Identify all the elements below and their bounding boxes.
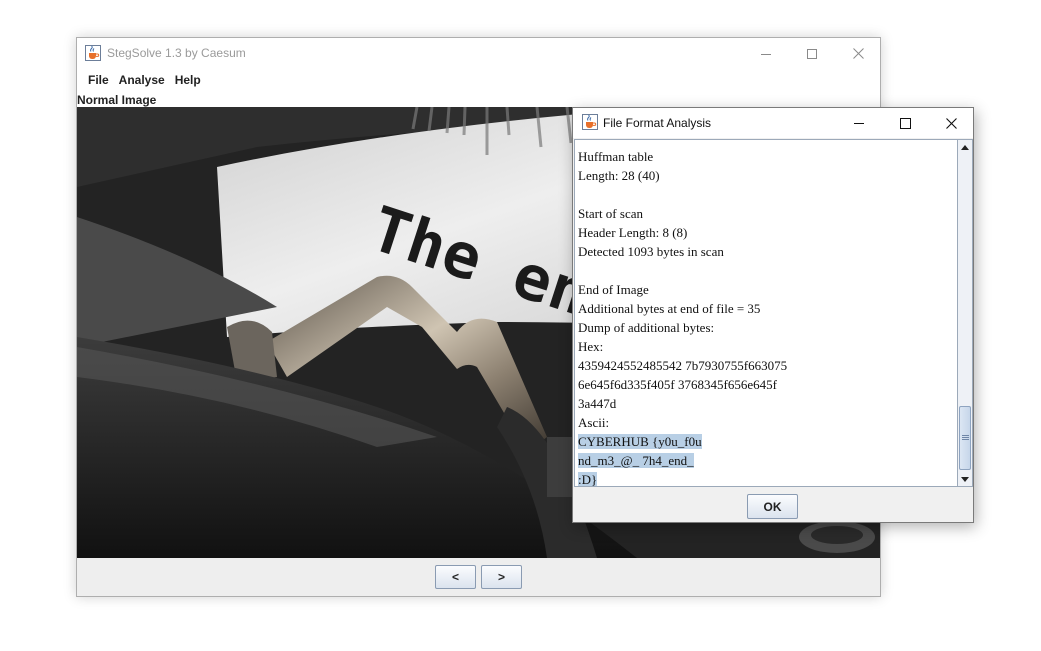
text-line: 6e645f6d335f405f 3768345f656e645f [578,377,777,392]
menu-help[interactable]: Help [170,73,206,87]
text-line: Ascii: [578,415,610,430]
dialog-maximize-button[interactable] [882,108,928,138]
scroll-down-arrow-icon [961,476,969,482]
text-line: Header Length: 8 (8) [578,225,688,240]
scroll-up-arrow-icon [961,144,969,150]
analysis-text: Huffman table Length: 28 (40) Start of sca… [578,147,788,487]
close-icon [852,48,864,59]
scroll-thumb[interactable] [959,406,971,470]
selected-text-line: :D} [578,472,598,487]
window-title: StegSolve 1.3 by Caesum [107,46,246,60]
java-cup-icon [582,114,598,135]
close-button[interactable] [835,38,881,69]
scroll-up-button[interactable] [958,140,972,154]
text-line [578,185,787,204]
menu-file[interactable]: File [83,73,114,87]
ok-button[interactable]: OK [747,494,798,519]
maximize-icon [899,117,911,129]
dialog-title: File Format Analysis [603,116,712,130]
selected-text-line: nd_m3_@_ 7h4_end_ [578,453,694,468]
text-line: Huffman table [578,149,654,164]
menu-bar: File Analyse Help [77,69,880,91]
minimize-icon [761,53,771,55]
menu-analyse[interactable]: Analyse [114,73,170,87]
text-line [578,261,787,280]
previous-button[interactable]: < [435,565,476,589]
java-cup-icon [85,45,101,66]
dialog-close-button[interactable] [928,108,974,138]
text-line: 3a447d [578,396,617,411]
selected-text-line: CYBERHUB {y0u_f0u [578,434,702,449]
close-icon [945,117,957,129]
text-line: Dump of additional bytes: [578,320,715,335]
dialog-minimize-button[interactable] [836,108,882,138]
image-mode-label: Normal Image [77,93,157,107]
text-line: End of Image [578,282,649,297]
analysis-text-area[interactable]: Huffman table Length: 28 (40) Start of sca… [574,139,957,487]
scroll-down-button[interactable] [958,472,972,486]
text-line: Hex: [578,339,604,354]
dialog-titlebar[interactable]: File Format Analysis [573,108,973,138]
minimize-button[interactable] [743,38,789,69]
text-line: Detected 1093 bytes in scan [578,244,724,259]
text-line: Additional bytes at end of file = 35 [578,301,761,316]
file-format-analysis-dialog: File Format Analysis Huffman table Length… [572,107,974,523]
next-button[interactable]: > [481,565,522,589]
text-line: Length: 28 (40) [578,168,660,183]
maximize-button[interactable] [789,38,835,69]
text-line: Start of scan [578,206,643,221]
navigation-bar: < > [77,558,880,596]
minimize-icon [854,123,864,124]
maximize-icon [807,48,817,59]
text-line: 4359424552485542 7b7930755f663075 [578,358,788,373]
vertical-scrollbar[interactable] [957,139,973,487]
main-titlebar[interactable]: StegSolve 1.3 by Caesum [77,38,880,69]
